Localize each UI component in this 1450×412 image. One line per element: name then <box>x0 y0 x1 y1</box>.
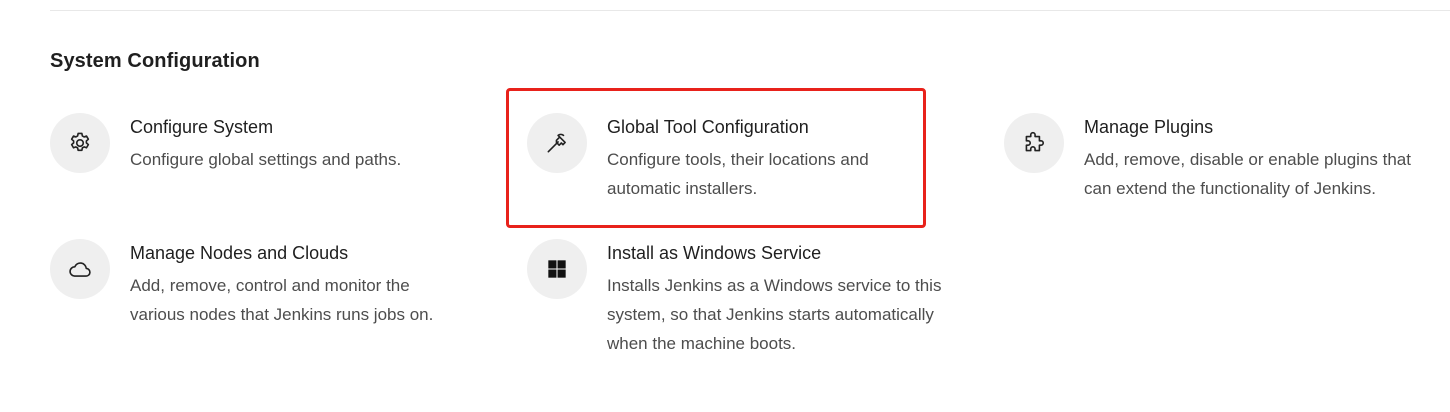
configure-system-title: Configure System <box>130 117 274 137</box>
manage-plugins-desc-line-2: can extend the functionality of Jenkins. <box>1084 179 1377 198</box>
manage-nodes-and-clouds-desc-line-1: Add, remove, control and monitor the <box>130 276 410 295</box>
windows-icon <box>527 239 587 299</box>
install-as-windows-service-link[interactable]: Install as Windows Service Installs Jenk… <box>527 239 941 358</box>
section-title: System Configuration <box>50 50 260 72</box>
global-tool-configuration-desc-line-1: Configure tools, their locations and <box>607 150 869 169</box>
configure-system-link[interactable]: Configure System Configure global settin… <box>50 113 401 174</box>
cloud-icon <box>50 239 110 299</box>
manage-plugins-title: Manage Plugins <box>1084 117 1214 137</box>
hammer-icon <box>527 113 587 173</box>
manage-nodes-and-clouds-title: Manage Nodes and Clouds <box>130 243 349 263</box>
install-as-windows-service-desc-line-1: Installs Jenkins as a Windows service to… <box>607 276 942 295</box>
manage-nodes-and-clouds-desc-line-2: various nodes that Jenkins runs jobs on. <box>130 305 434 324</box>
global-tool-configuration-link[interactable]: Global Tool Configuration Configure tool… <box>527 113 869 203</box>
manage-nodes-and-clouds-link[interactable]: Manage Nodes and Clouds Add, remove, con… <box>50 239 433 329</box>
top-divider <box>50 10 1450 11</box>
puzzle-icon <box>1004 113 1064 173</box>
manage-plugins-link[interactable]: Manage Plugins Add, remove, disable or e… <box>1004 113 1411 203</box>
install-as-windows-service-desc-line-3: when the machine boots. <box>607 334 797 353</box>
manage-plugins-desc-line-1: Add, remove, disable or enable plugins t… <box>1084 150 1411 169</box>
install-as-windows-service-desc-line-2: system, so that Jenkins starts automatic… <box>607 305 934 324</box>
gear-icon <box>50 113 110 173</box>
install-as-windows-service-title: Install as Windows Service <box>607 243 822 263</box>
configure-system-desc-line-1: Configure global settings and paths. <box>130 150 402 169</box>
global-tool-configuration-desc-line-2: automatic installers. <box>607 179 758 198</box>
global-tool-configuration-title: Global Tool Configuration <box>607 117 809 137</box>
